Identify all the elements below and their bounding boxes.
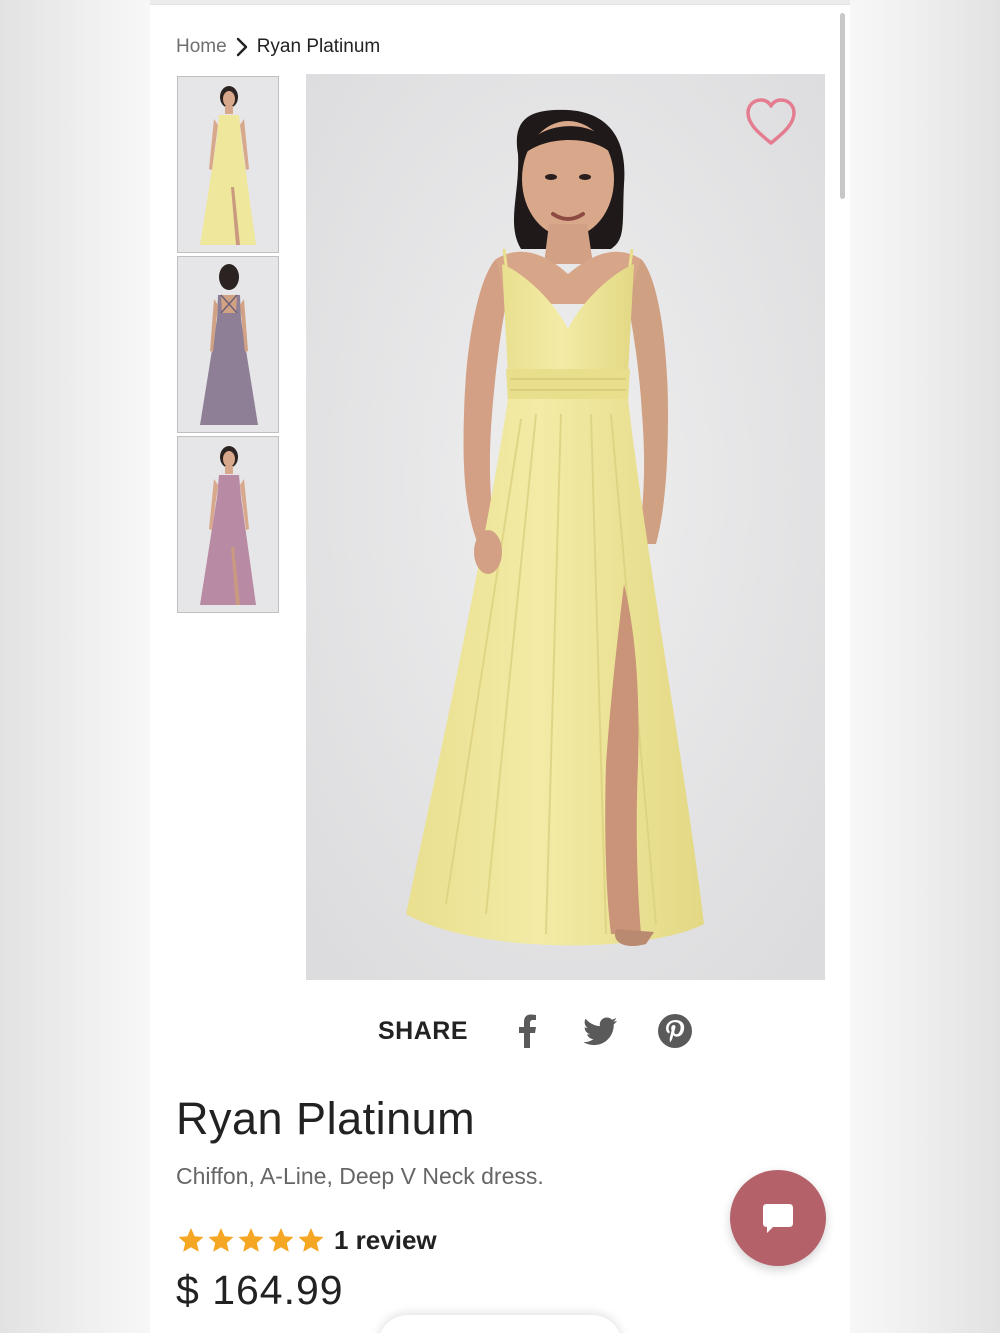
share-label: SHARE [377,1016,468,1045]
star-icon [178,1228,204,1252]
thumbnail-mauve-front[interactable] [177,436,279,613]
rating-row: 1 review [176,1223,437,1257]
breadcrumb-home-link[interactable]: Home [176,36,227,58]
thumbnail-list [177,76,279,616]
product-title: Ryan Platinum [176,1093,476,1144]
review-count-link[interactable]: 1 review [334,1225,437,1256]
pinterest-icon[interactable] [658,1014,692,1048]
breadcrumb: Home Ryan Platinum [176,35,380,59]
thumbnail-yellow-front[interactable] [177,76,279,253]
product-price: $ 164.99 [176,1267,344,1313]
star-rating[interactable] [176,1226,326,1254]
chat-button[interactable] [730,1170,826,1266]
background-right [850,0,1000,1333]
chevron-right-icon [227,35,257,59]
favorite-heart-icon[interactable] [744,97,798,147]
chat-bubble-icon [763,1204,793,1233]
star-icon [208,1228,234,1252]
bottom-floating-bar[interactable] [378,1315,622,1333]
twitter-icon[interactable] [584,1014,618,1048]
star-icon [268,1228,294,1252]
star-icon [298,1228,324,1252]
product-description: Chiffon, A-Line, Deep V Neck dress. [176,1163,544,1189]
star-icon [238,1228,264,1252]
product-page: Home Ryan Platinum SHARE Ryan Platinum C… [150,4,850,1333]
facebook-icon[interactable] [510,1014,544,1048]
main-product-image[interactable] [306,74,825,980]
model-photo [306,74,825,980]
scrollbar[interactable] [840,13,845,199]
share-bar: SHARE [150,1007,850,1055]
thumbnail-lavender-back[interactable] [177,256,279,433]
background-left [0,0,150,1333]
breadcrumb-current: Ryan Platinum [256,36,381,57]
